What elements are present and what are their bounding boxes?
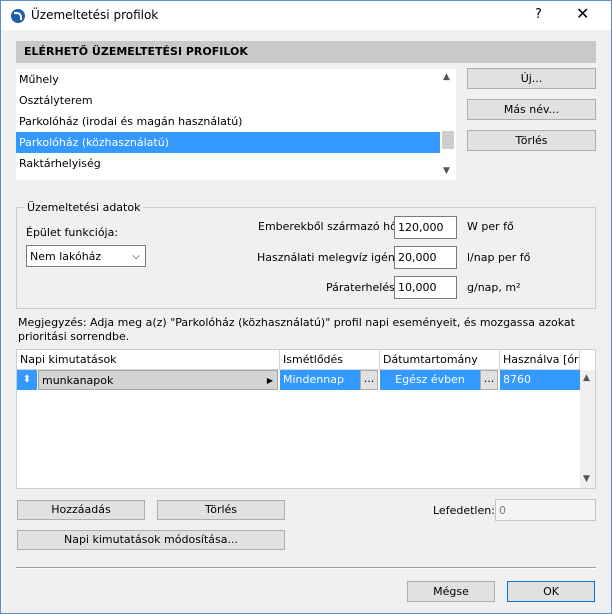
building-function-value: Nem lakóház <box>30 250 102 263</box>
column-header-range[interactable]: Dátumtartomány <box>380 350 500 370</box>
repeat-ellipsis-button[interactable]: ... <box>360 370 378 390</box>
repeat-cell[interactable]: Mindennap <box>280 370 360 390</box>
building-function-select[interactable]: Nem lakóház ⌵ <box>26 245 146 267</box>
ok-button[interactable]: OK <box>507 581 595 602</box>
schedule-name-select[interactable]: munkanapok ▶ <box>38 370 278 390</box>
profile-list[interactable]: Műhely Osztályterem Parkolóház (irodai é… <box>16 69 440 180</box>
delete-profile-button[interactable]: Törlés <box>467 130 596 151</box>
note-text: Megjegyzés: Adja meg a(z) "Parkolóház (k… <box>18 316 575 343</box>
window-title: Üzemeltetési profilok <box>31 8 159 22</box>
table-scrollbar[interactable]: ▲ ▼ <box>580 370 595 488</box>
scroll-thumb[interactable] <box>442 131 454 149</box>
rename-profile-button[interactable]: Más név... <box>467 99 596 120</box>
water-unit: l/nap per fő <box>467 251 531 264</box>
range-cell[interactable]: Egész évben <box>380 370 480 390</box>
profile-item[interactable]: Osztályterem <box>16 90 440 111</box>
column-header-schedules[interactable]: Napi kimutatások <box>17 350 280 370</box>
column-header-repeat[interactable]: Ismétlődés <box>280 350 380 370</box>
scroll-up-icon[interactable]: ▲ <box>443 72 450 82</box>
uncovered-label: Lefedetlen: <box>433 504 495 517</box>
vapor-input[interactable]: 10,000 <box>394 276 457 299</box>
profiles-header: ELÉRHETŐ ÜZEMELTETÉSI PROFILOK <box>16 41 596 63</box>
close-button[interactable]: ✕ <box>576 4 589 23</box>
heat-label: Emberekből származó hő: <box>258 220 401 233</box>
profile-item[interactable]: Parkolóház (irodai és magán használatú) <box>16 111 440 132</box>
modify-schedules-button[interactable]: Napi kimutatások módosítása... <box>17 530 285 550</box>
heat-unit: W per fő <box>467 220 514 233</box>
schedule-name: munkanapok <box>42 374 114 387</box>
profile-item[interactable]: Műhely <box>16 69 440 90</box>
hours-cell: 8760 <box>500 370 580 390</box>
vapor-label: Páraterhelés: <box>326 281 399 294</box>
chevron-down-icon: ⌵ <box>132 251 140 262</box>
cancel-button[interactable]: Mégse <box>407 581 495 602</box>
help-button[interactable]: ? <box>535 7 542 22</box>
profile-item[interactable]: Raktárhelyiség <box>16 153 440 174</box>
profile-item-selected[interactable]: Parkolóház (közhasználatú) <box>16 132 440 153</box>
range-ellipsis-button[interactable]: ... <box>480 370 498 390</box>
divider <box>16 567 596 569</box>
drag-handle-icon[interactable]: ⬍ <box>17 370 37 390</box>
vapor-unit: g/nap, m² <box>467 281 521 294</box>
scroll-down-icon[interactable]: ▼ <box>583 474 590 484</box>
scroll-down-icon[interactable]: ▼ <box>443 166 450 176</box>
add-schedule-button[interactable]: Hozzáadás <box>17 500 145 520</box>
building-function-label: Épület funkciója: <box>26 226 119 239</box>
delete-schedule-button[interactable]: Törlés <box>157 500 285 520</box>
schedule-table[interactable]: Napi kimutatások Ismétlődés Dátumtartomá… <box>16 349 596 489</box>
water-input[interactable]: 20,000 <box>394 246 457 269</box>
column-header-hours[interactable]: Használva [óra] <box>500 350 580 370</box>
scroll-up-icon[interactable]: ▲ <box>583 373 590 383</box>
water-label: Használati melegvíz igény: <box>257 251 405 264</box>
profile-list-scrollbar[interactable]: ▲ ▼ <box>440 69 456 180</box>
app-logo-icon <box>11 9 25 23</box>
chevron-right-icon: ▶ <box>266 376 273 385</box>
title-bar: Üzemeltetési profilok ? ✕ <box>1 1 611 30</box>
uncovered-field: 0 <box>495 499 596 521</box>
operation-data-title: Üzemeltetési adatok <box>24 201 144 214</box>
heat-input[interactable]: 120,000 <box>394 216 457 239</box>
new-profile-button[interactable]: Új... <box>467 68 596 89</box>
